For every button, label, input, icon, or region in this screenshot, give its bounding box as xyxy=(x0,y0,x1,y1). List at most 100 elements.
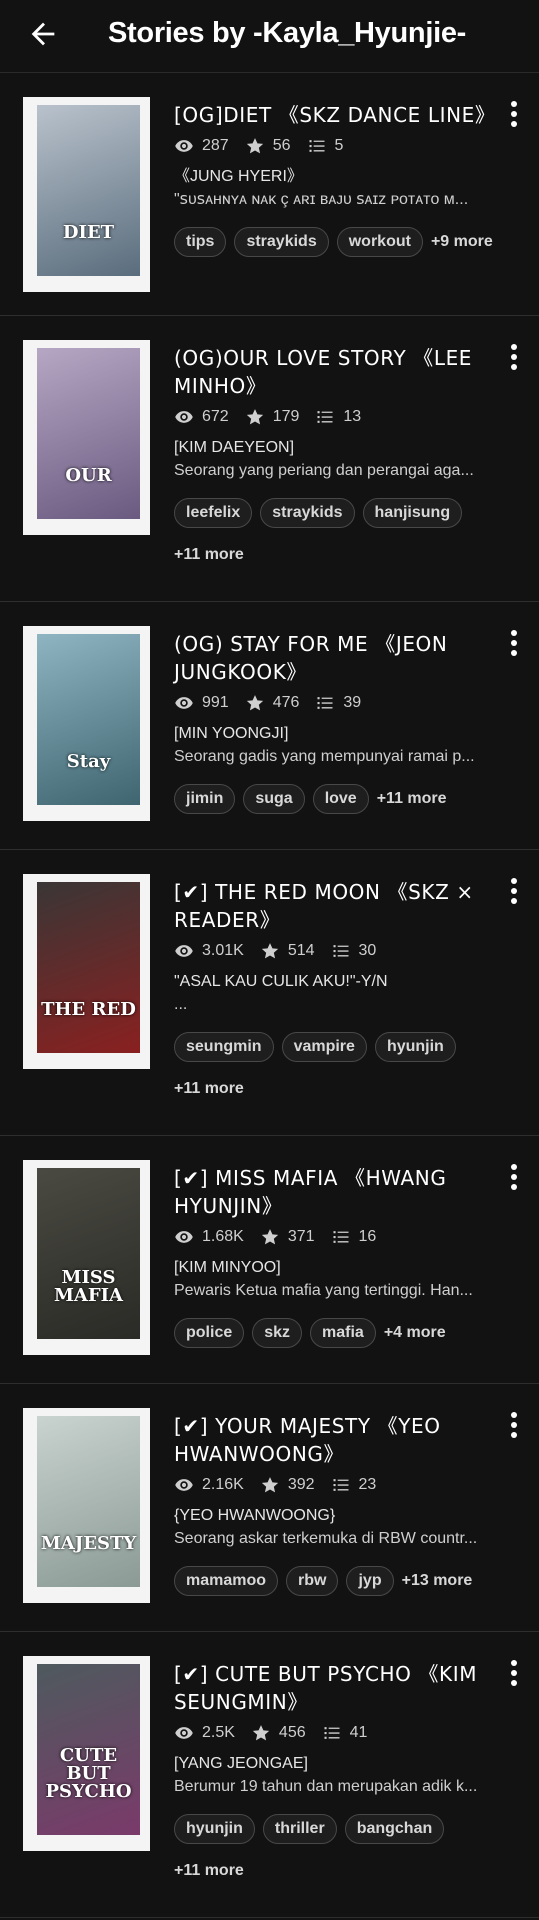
list-icon xyxy=(333,945,349,957)
tag-chip[interactable]: police xyxy=(174,1318,245,1348)
story-card[interactable]: CUTE BUT PSYCHO [✔] CUTE BUT PSYCHO 《KIM … xyxy=(0,1632,539,1918)
parts-stat: 39 xyxy=(315,693,361,713)
votes-stat: 371 xyxy=(260,1227,315,1247)
tag-chip[interactable]: love xyxy=(312,784,369,814)
parts-count: 5 xyxy=(334,137,344,154)
more-options-icon[interactable] xyxy=(507,630,521,660)
story-list: DIET [OG]DIET 《SKZ DANCE LINE》 287 56 5 《JUNG… xyxy=(0,73,539,1918)
tag-chip[interactable]: thriller xyxy=(262,1814,337,1844)
story-title[interactable]: [✔] YOUR MAJESTY 《YEO HWANWOONG》 xyxy=(174,1412,514,1468)
story-description: Pewaris Ketua mafia yang tertinggi. Han.… xyxy=(174,1282,473,1299)
more-tags-link[interactable]: +11 more xyxy=(174,1856,244,1886)
tag-chip[interactable]: bangchan xyxy=(344,1814,445,1844)
story-description: Berumur 19 tahun dan merupakan adik k... xyxy=(174,1778,478,1795)
more-options-icon[interactable] xyxy=(507,1412,521,1442)
more-tags-link[interactable]: +4 more xyxy=(384,1318,446,1348)
tag-chip[interactable]: tips xyxy=(174,227,227,257)
more-tags-link[interactable]: +13 more xyxy=(402,1566,473,1596)
votes-count: 476 xyxy=(272,694,300,711)
reads-count: 1.68K xyxy=(202,1228,244,1245)
list-icon xyxy=(317,411,333,423)
story-info: (OG)OUR LOVE STORY 《LEE MINHO》 672 179 13 [K… xyxy=(174,344,514,582)
votes-count: 514 xyxy=(287,942,315,959)
tag-chip[interactable]: mafia xyxy=(310,1318,376,1348)
more-options-icon[interactable] xyxy=(507,344,521,374)
tag-chip[interactable]: skz xyxy=(252,1318,303,1348)
story-cover[interactable]: THE RED xyxy=(23,874,150,1069)
votes-count: 56 xyxy=(272,137,291,154)
story-cover[interactable]: MISS MAFIA xyxy=(23,1160,150,1355)
story-cover[interactable]: MAJESTY xyxy=(23,1408,150,1603)
story-title[interactable]: [✔] THE RED MOON 《SKZ × READER》 xyxy=(174,878,514,934)
tag-chip[interactable]: hyunjin xyxy=(174,1814,255,1844)
more-tags-link[interactable]: +9 more xyxy=(431,227,493,257)
star-icon xyxy=(246,409,263,425)
more-options-icon[interactable] xyxy=(507,1660,521,1690)
tag-chip[interactable]: straykids xyxy=(234,227,329,257)
tag-chip[interactable]: jimin xyxy=(174,784,236,814)
tag-chip[interactable]: rbw xyxy=(286,1566,339,1596)
tag-chip[interactable]: suga xyxy=(243,784,305,814)
more-options-icon[interactable] xyxy=(507,1164,521,1194)
cover-title-text: MISS MAFIA xyxy=(53,1267,124,1306)
eye-icon xyxy=(175,411,193,423)
parts-stat: 23 xyxy=(331,1475,376,1495)
cover-art-image: OUR xyxy=(37,348,140,519)
tag-chip[interactable]: hyunjin xyxy=(374,1032,456,1062)
list-icon xyxy=(317,697,333,709)
story-title[interactable]: [OG]DIET 《SKZ DANCE LINE》 xyxy=(174,101,514,129)
votes-stat: 514 xyxy=(260,941,315,961)
parts-stat: 41 xyxy=(322,1723,367,1743)
more-tags-link[interactable]: +11 more xyxy=(174,1074,244,1104)
more-options-icon[interactable] xyxy=(507,101,521,131)
reads-count: 3.01K xyxy=(202,942,244,959)
star-icon xyxy=(261,1229,278,1245)
tag-chip[interactable]: vampire xyxy=(281,1032,367,1062)
story-stats: 991 476 39 xyxy=(174,692,514,714)
story-character: [KIM DAEYEON] xyxy=(174,439,295,456)
reads-stat: 2.16K xyxy=(174,1475,244,1495)
tag-chip[interactable]: workout xyxy=(336,227,423,257)
tag-chip[interactable]: leefelix xyxy=(174,498,253,528)
parts-count: 13 xyxy=(343,408,362,425)
cover-title-text: Stay xyxy=(66,751,111,772)
tag-chip[interactable]: straykids xyxy=(260,498,355,528)
story-card[interactable]: MISS MAFIA [✔] MISS MAFIA 《HWANG HYUNJIN》… xyxy=(0,1136,539,1384)
votes-count: 392 xyxy=(287,1476,315,1493)
story-cover[interactable]: CUTE BUT PSYCHO xyxy=(23,1656,150,1851)
story-title[interactable]: (OG)OUR LOVE STORY 《LEE MINHO》 xyxy=(174,344,514,400)
story-description: ... xyxy=(174,996,188,1013)
story-info: [✔] MISS MAFIA 《HWANG HYUNJIN》 1.68K 371 16… xyxy=(174,1164,514,1360)
parts-stat: 30 xyxy=(331,941,376,961)
back-arrow-icon[interactable] xyxy=(26,17,60,51)
tag-chip[interactable]: hanjisung xyxy=(362,498,463,528)
story-title[interactable]: [✔] CUTE BUT PSYCHO 《KIM SEUNGMIN》 xyxy=(174,1660,514,1716)
story-card[interactable]: THE RED [✔] THE RED MOON 《SKZ × READER》 3.… xyxy=(0,850,539,1136)
more-options-icon[interactable] xyxy=(507,878,521,908)
tag-chip[interactable]: jyp xyxy=(346,1566,394,1596)
star-icon xyxy=(252,1725,270,1741)
reads-count: 287 xyxy=(202,137,229,154)
parts-count: 39 xyxy=(343,694,362,711)
story-title[interactable]: [✔] MISS MAFIA 《HWANG HYUNJIN》 xyxy=(174,1164,514,1220)
more-tags-link[interactable]: +11 more xyxy=(377,784,447,814)
story-card[interactable]: Stay (OG) STAY FOR ME 《JEON JUNGKOOK》 991 4… xyxy=(0,602,539,850)
story-card[interactable]: OUR (OG)OUR LOVE STORY 《LEE MINHO》 672 179 1… xyxy=(0,316,539,602)
story-cover[interactable]: Stay xyxy=(23,626,150,821)
star-icon xyxy=(246,138,263,154)
parts-stat: 5 xyxy=(307,136,344,156)
story-character: [MIN YOONGJI] xyxy=(174,725,289,742)
tag-chip[interactable]: seungmin xyxy=(174,1032,274,1062)
reads-count: 2.16K xyxy=(202,1476,244,1493)
story-cover[interactable]: OUR xyxy=(23,340,150,535)
reads-stat: 287 xyxy=(174,136,229,156)
votes-stat: 456 xyxy=(251,1723,306,1743)
story-info: [✔] THE RED MOON 《SKZ × READER》 3.01K 514 3… xyxy=(174,878,514,1116)
story-title[interactable]: (OG) STAY FOR ME 《JEON JUNGKOOK》 xyxy=(174,630,514,686)
story-card[interactable]: DIET [OG]DIET 《SKZ DANCE LINE》 287 56 5 《JUNG… xyxy=(0,73,539,316)
more-tags-link[interactable]: +11 more xyxy=(174,540,244,570)
story-card[interactable]: MAJESTY [✔] YOUR MAJESTY 《YEO HWANWOONG》 2… xyxy=(0,1384,539,1632)
cover-title-text: DIET xyxy=(62,222,115,243)
tag-chip[interactable]: mamamoo xyxy=(174,1566,279,1596)
story-cover[interactable]: DIET xyxy=(23,97,150,292)
